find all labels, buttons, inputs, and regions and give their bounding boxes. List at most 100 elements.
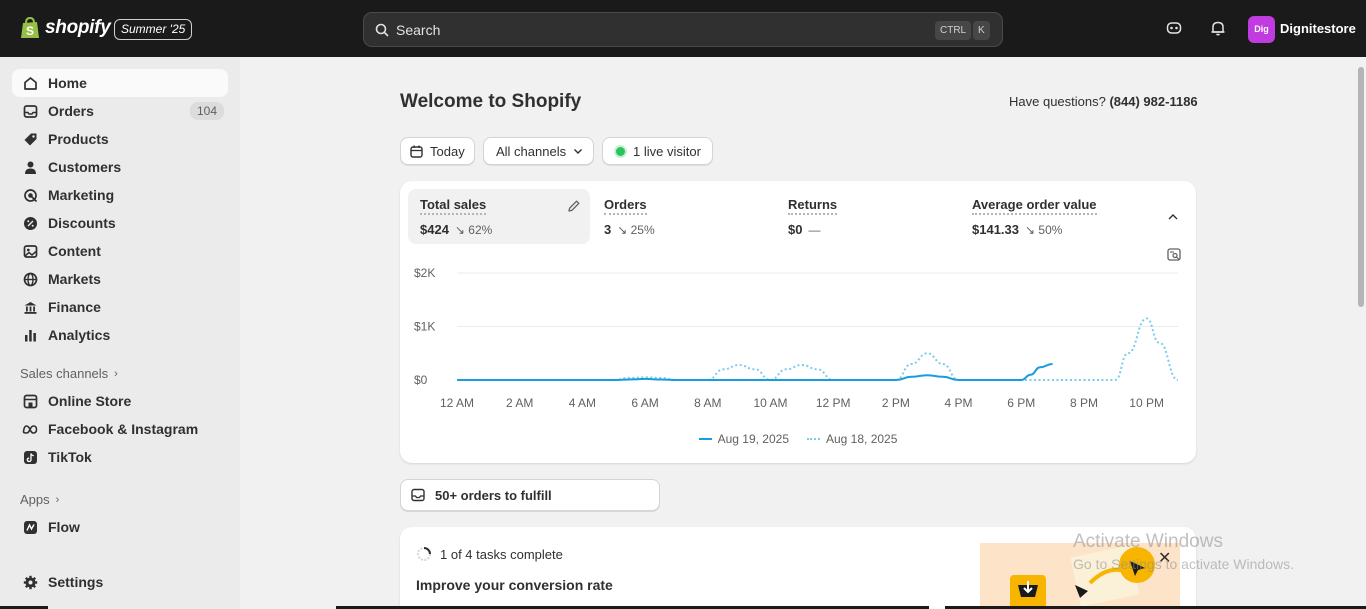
- watermark-title: Activate Windows: [1073, 531, 1223, 552]
- x-tick-label: 2 AM: [506, 396, 533, 410]
- sidebar-item-label: Settings: [48, 574, 104, 590]
- task-progress: 1 of 4 tasks complete: [416, 546, 563, 562]
- sidebar-item-markets[interactable]: Markets: [12, 265, 228, 293]
- sidebar-item-discounts[interactable]: Discounts: [12, 209, 228, 237]
- sidekick-icon[interactable]: [1166, 20, 1182, 36]
- x-tick-label: 6 PM: [1007, 396, 1035, 410]
- sidebar: Home Orders 104 Products Customers Marke…: [0, 57, 240, 609]
- y-tick-label: $0: [414, 373, 428, 387]
- date-filter-button[interactable]: Today: [400, 137, 475, 165]
- x-tick-label: 4 PM: [945, 396, 973, 410]
- top-bar: S shopify Summer '25 Search CTRL K Dig D…: [0, 0, 1366, 57]
- metric-change: ↘ 50%: [1025, 223, 1063, 237]
- shopify-logo[interactable]: S shopify: [20, 17, 111, 39]
- calendar-icon: [410, 145, 423, 158]
- metric-value: $141.33 ↘ 50%: [972, 222, 1063, 237]
- store-avatar[interactable]: Dig: [1248, 16, 1275, 43]
- metric-label: Orders: [604, 197, 647, 215]
- metric-value: $424 ↘ 62%: [420, 222, 493, 237]
- x-tick-label: 8 AM: [694, 396, 721, 410]
- gear-icon: [22, 574, 38, 590]
- sidebar-item-label: Discounts: [48, 215, 116, 231]
- shortcut-ctrl: CTRL: [935, 21, 972, 40]
- sidebar-item-tiktok[interactable]: TikTok: [12, 443, 228, 471]
- sidebar-item-settings[interactable]: Settings: [12, 568, 228, 596]
- sales-channels-heading[interactable]: Sales channels ›: [20, 366, 118, 381]
- live-visitor-label: 1 live visitor: [633, 143, 701, 159]
- search-placeholder: Search: [396, 22, 441, 38]
- channels-filter-dropdown[interactable]: All channels: [483, 137, 594, 165]
- sidebar-item-flow[interactable]: Flow: [12, 513, 228, 541]
- x-tick-label: 10 PM: [1129, 396, 1164, 410]
- tiktok-icon: [22, 449, 38, 465]
- x-tick-label: 2 PM: [882, 396, 910, 410]
- sidebar-item-orders[interactable]: Orders 104: [12, 97, 228, 125]
- sidebar-item-facebook-instagram[interactable]: Facebook & Instagram: [12, 415, 228, 443]
- inbox-icon: [411, 488, 425, 502]
- sidebar-item-marketing[interactable]: Marketing: [12, 181, 228, 209]
- metric-returns[interactable]: Returns $0—: [776, 189, 958, 244]
- legend-item-previous[interactable]: Aug 18, 2025: [807, 432, 897, 446]
- page-scrollbar[interactable]: [1356, 57, 1366, 609]
- sidebar-item-label: Markets: [48, 271, 101, 287]
- series-line-previous[interactable]: [456, 317, 1179, 381]
- scrollbar-thumb[interactable]: [1358, 67, 1364, 307]
- sidebar-item-online-store[interactable]: Online Store: [12, 387, 228, 415]
- metric-change: —: [808, 223, 821, 237]
- help-text: Have questions?: [1009, 94, 1106, 109]
- series-line-current[interactable]: [456, 363, 1053, 381]
- search-icon: [375, 23, 389, 37]
- person-icon: [22, 159, 38, 175]
- target-icon: [22, 187, 38, 203]
- sidebar-item-label: Online Store: [48, 393, 132, 409]
- page-title: Welcome to Shopify: [400, 91, 582, 112]
- orders-to-fulfill-button[interactable]: 50+ orders to fulfill: [400, 479, 660, 511]
- metric-total-sales[interactable]: Total sales $424 ↘ 62%: [408, 189, 590, 244]
- sidebar-item-content[interactable]: Content: [12, 237, 228, 265]
- sidebar-item-label: Home: [48, 75, 87, 91]
- brand-name: shopify: [45, 17, 111, 38]
- sidebar-item-home[interactable]: Home: [12, 69, 228, 97]
- shopify-bag-icon: S: [21, 17, 39, 38]
- sidebar-item-analytics[interactable]: Analytics: [12, 321, 228, 349]
- live-visitor-button[interactable]: 1 live visitor: [602, 137, 713, 165]
- sidebar-item-finance[interactable]: Finance: [12, 293, 228, 321]
- apps-label: Apps: [20, 492, 50, 507]
- legend-item-current[interactable]: Aug 19, 2025: [698, 432, 789, 446]
- sidebar-item-customers[interactable]: Customers: [12, 153, 228, 181]
- metric-average-order-value[interactable]: Average order value $141.33 ↘ 50%: [960, 189, 1150, 244]
- sidebar-item-label: Analytics: [48, 327, 111, 343]
- home-icon: [22, 75, 38, 91]
- metric-value: 3 ↘ 25%: [604, 222, 655, 237]
- meta-icon: [22, 421, 38, 437]
- flow-icon: [22, 519, 38, 535]
- sidebar-item-label: Marketing: [48, 187, 115, 203]
- x-tick-label: 4 AM: [569, 396, 596, 410]
- store-name[interactable]: Dignitestore: [1280, 21, 1356, 36]
- inbox-icon: [22, 103, 38, 119]
- chart-legend: Aug 19, 2025 Aug 18, 2025: [400, 432, 1196, 446]
- orders-count-badge: 104: [189, 102, 224, 120]
- sidebar-item-label: TikTok: [48, 449, 92, 465]
- watermark-subtitle: Go to Settings to activate Windows.: [1073, 556, 1294, 572]
- sidebar-item-label: Finance: [48, 299, 101, 315]
- metric-label: Total sales: [420, 197, 487, 215]
- apps-heading[interactable]: Apps ›: [20, 492, 59, 507]
- pencil-icon[interactable]: [567, 199, 581, 213]
- chevron-right-icon: ›: [55, 493, 60, 506]
- windows-activation-watermark: Activate Windows Go to Settings to activ…: [1073, 531, 1294, 572]
- edition-badge[interactable]: Summer '25: [114, 19, 193, 40]
- orders-to-fulfill-label: 50+ orders to fulfill: [435, 487, 552, 503]
- shortcut-k: K: [973, 21, 990, 40]
- metric-label: Average order value: [972, 197, 1097, 215]
- search-input[interactable]: Search CTRL K: [363, 12, 1003, 47]
- live-status-dot: [616, 146, 625, 156]
- metric-orders[interactable]: Orders 3 ↘ 25%: [592, 189, 774, 244]
- y-tick-label: $2K: [414, 266, 435, 280]
- notification-bell-icon[interactable]: [1210, 20, 1226, 36]
- help-phone[interactable]: (844) 982-1186: [1109, 94, 1197, 109]
- sidebar-item-label: Products: [48, 131, 109, 147]
- x-tick-label: 10 AM: [753, 396, 787, 410]
- sidebar-item-products[interactable]: Products: [12, 125, 228, 153]
- chevron-up-icon[interactable]: [1167, 211, 1179, 223]
